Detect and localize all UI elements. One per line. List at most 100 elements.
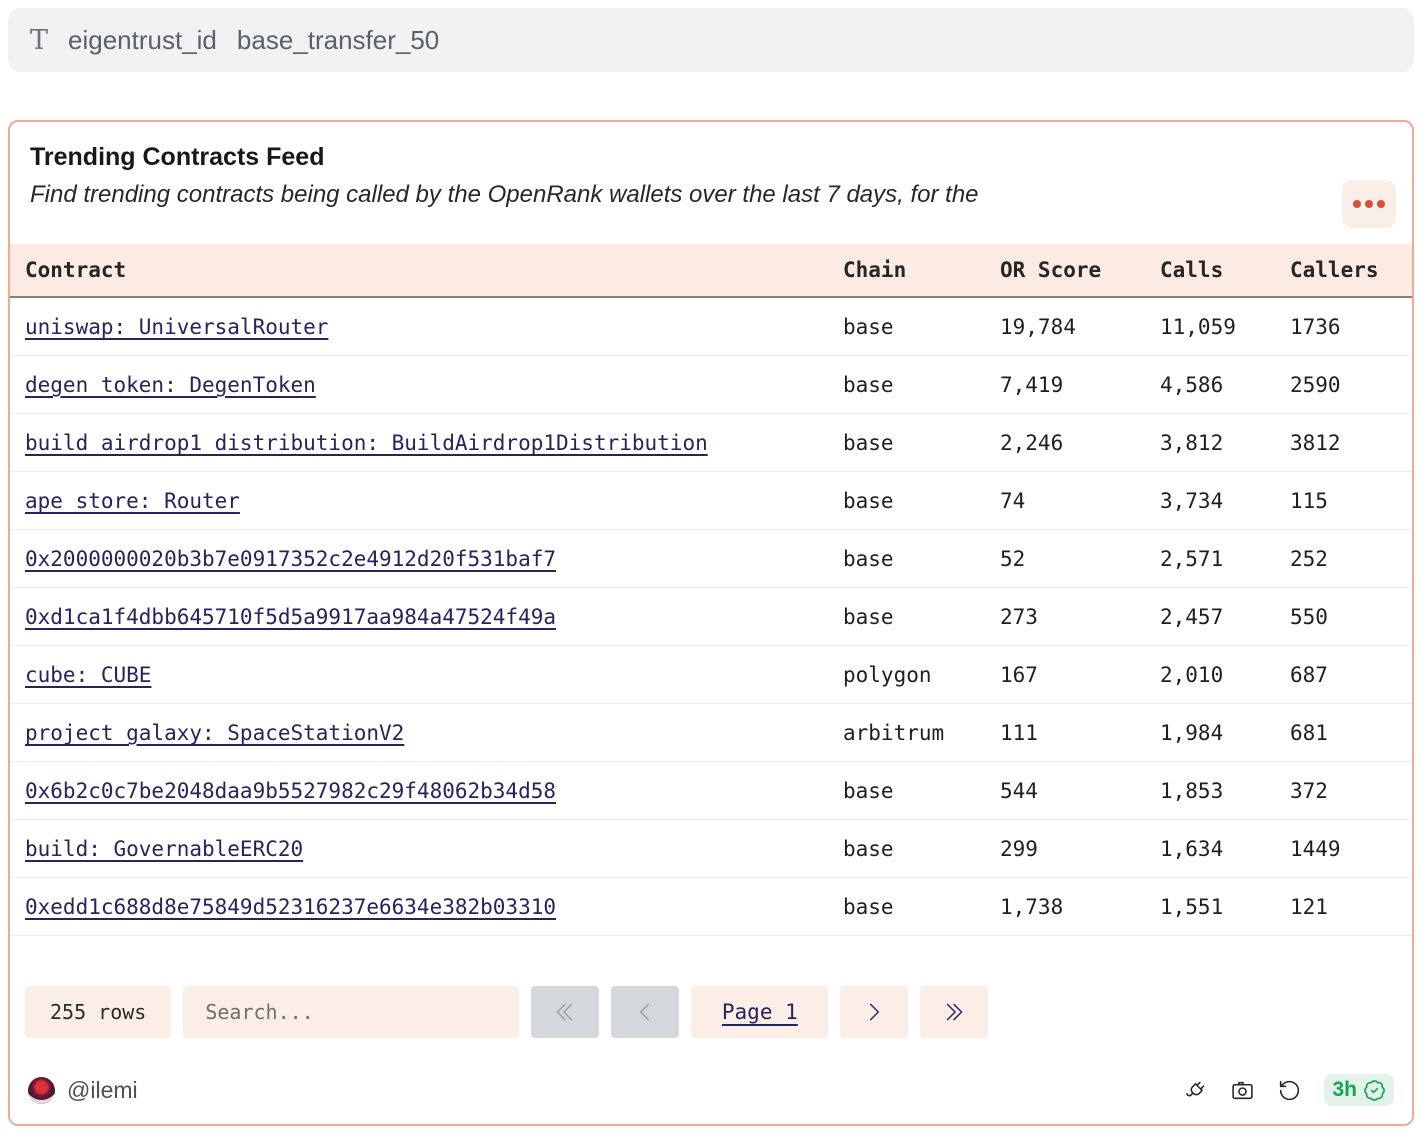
param-field-value: base_transfer_50 — [237, 25, 439, 56]
or-score-cell: 1,738 — [1000, 895, 1160, 919]
callers-cell: 1736 — [1290, 315, 1412, 339]
or-score-cell: 74 — [1000, 489, 1160, 513]
or-score-cell: 19,784 — [1000, 315, 1160, 339]
calls-cell: 4,586 — [1160, 373, 1290, 397]
page-subtitle: Find trending contracts being called by … — [30, 179, 1340, 210]
chain-cell: arbitrum — [843, 721, 1000, 745]
contract-link[interactable]: 0x6b2c0c7be2048daa9b5527982c29f48062b34d… — [25, 779, 556, 803]
callers-cell: 687 — [1290, 663, 1412, 687]
callers-cell: 3812 — [1290, 431, 1412, 455]
calls-cell: 11,059 — [1160, 315, 1290, 339]
contract-link[interactable]: uniswap: UniversalRouter — [25, 315, 328, 339]
undo-icon — [1277, 1078, 1302, 1103]
table-row: build airdrop1 distribution: BuildAirdro… — [10, 414, 1412, 472]
table-header-row: Contract Chain OR Score Calls Callers — [10, 244, 1412, 298]
callers-cell: 121 — [1290, 895, 1412, 919]
card-header: Trending Contracts Feed Find trending co… — [10, 122, 1412, 210]
avatar[interactable] — [28, 1077, 55, 1104]
query-params-bar[interactable]: T eigentrust_id base_transfer_50 — [8, 8, 1414, 72]
contract-link[interactable]: build: GovernableERC20 — [25, 837, 303, 861]
chain-cell: base — [843, 837, 1000, 861]
calls-cell: 3,812 — [1160, 431, 1290, 455]
meta-actions: 3h — [1183, 1074, 1394, 1106]
more-options-button[interactable] — [1342, 180, 1396, 228]
chain-cell: base — [843, 431, 1000, 455]
plug-icon — [1183, 1078, 1208, 1103]
contract-link[interactable]: build airdrop1 distribution: BuildAirdro… — [25, 431, 708, 455]
text-type-icon: T — [30, 27, 48, 54]
chain-cell: base — [843, 895, 1000, 919]
or-score-cell: 111 — [1000, 721, 1160, 745]
camera-icon — [1230, 1078, 1255, 1103]
chain-cell: base — [843, 547, 1000, 571]
table-row: project galaxy: SpaceStationV2 arbitrum … — [10, 704, 1412, 762]
callers-cell: 115 — [1290, 489, 1412, 513]
contract-link[interactable]: 0x2000000020b3b7e0917352c2e4912d20f531ba… — [25, 547, 556, 571]
chain-cell: base — [843, 373, 1000, 397]
chevrons-right-icon — [941, 999, 967, 1025]
or-score-cell: 2,246 — [1000, 431, 1160, 455]
table-row: 0xedd1c688d8e75849d52316237e6634e382b033… — [10, 878, 1412, 936]
calls-cell: 1,984 — [1160, 721, 1290, 745]
callers-cell: 2590 — [1290, 373, 1412, 397]
contract-link[interactable]: project galaxy: SpaceStationV2 — [25, 721, 404, 745]
or-score-cell: 273 — [1000, 605, 1160, 629]
chain-cell: base — [843, 779, 1000, 803]
column-header-chain: Chain — [843, 258, 1000, 282]
chain-cell: base — [843, 315, 1000, 339]
plug-button[interactable] — [1183, 1078, 1208, 1103]
author-username: @ilemi — [67, 1077, 138, 1104]
callers-cell: 550 — [1290, 605, 1412, 629]
meta-bar: @ilemi — [10, 1068, 1412, 1112]
chevron-left-icon — [632, 999, 658, 1025]
screenshot-button[interactable] — [1230, 1078, 1255, 1103]
contract-link[interactable]: ape store: Router — [25, 489, 240, 513]
callers-cell: 681 — [1290, 721, 1412, 745]
table-row: 0xd1ca1f4dbb645710f5d5a9917aa984a47524f4… — [10, 588, 1412, 646]
column-header-callers: Callers — [1290, 258, 1412, 282]
chevrons-left-icon — [552, 999, 578, 1025]
table-row: cube: CUBE polygon 167 2,010 687 — [10, 646, 1412, 704]
table-row: degen token: DegenToken base 7,419 4,586… — [10, 356, 1412, 414]
search-input[interactable] — [183, 986, 519, 1038]
current-page-button[interactable]: Page 1 — [691, 986, 828, 1038]
page-title: Trending Contracts Feed — [30, 142, 1392, 173]
chain-cell: base — [843, 489, 1000, 513]
ellipsis-menu-icon — [1353, 200, 1361, 208]
first-page-button[interactable] — [531, 986, 599, 1038]
contract-link[interactable]: 0xd1ca1f4dbb645710f5d5a9917aa984a47524f4… — [25, 605, 556, 629]
calls-cell: 1,853 — [1160, 779, 1290, 803]
contract-link[interactable]: 0xedd1c688d8e75849d52316237e6634e382b033… — [25, 895, 556, 919]
table-body: uniswap: UniversalRouter base 19,784 11,… — [10, 298, 1412, 936]
column-header-calls: Calls — [1160, 258, 1290, 282]
refresh-button[interactable] — [1277, 1078, 1302, 1103]
row-count-badge: 255 rows — [25, 986, 171, 1038]
table-footer: 255 rows Page 1 — [25, 986, 1412, 1038]
previous-page-button[interactable] — [611, 986, 679, 1038]
or-score-cell: 52 — [1000, 547, 1160, 571]
table-row: 0x2000000020b3b7e0917352c2e4912d20f531ba… — [10, 530, 1412, 588]
callers-cell: 1449 — [1290, 837, 1412, 861]
trending-contracts-card: Trending Contracts Feed Find trending co… — [8, 120, 1414, 1126]
verified-check-icon — [1363, 1079, 1386, 1102]
column-header-or-score: OR Score — [1000, 258, 1160, 282]
calls-cell: 1,634 — [1160, 837, 1290, 861]
last-run-time: 3h — [1332, 1078, 1357, 1102]
table-row: ape store: Router base 74 3,734 115 — [10, 472, 1412, 530]
callers-cell: 252 — [1290, 547, 1412, 571]
column-header-contract: Contract — [25, 258, 843, 282]
last-run-badge[interactable]: 3h — [1324, 1074, 1394, 1106]
last-page-button[interactable] — [920, 986, 988, 1038]
param-field-name: eigentrust_id — [68, 25, 217, 56]
calls-cell: 3,734 — [1160, 489, 1290, 513]
chevron-right-icon — [861, 999, 887, 1025]
calls-cell: 1,551 — [1160, 895, 1290, 919]
or-score-cell: 299 — [1000, 837, 1160, 861]
table-row: build: GovernableERC20 base 299 1,634 14… — [10, 820, 1412, 878]
table-row: uniswap: UniversalRouter base 19,784 11,… — [10, 298, 1412, 356]
contract-link[interactable]: degen token: DegenToken — [25, 373, 316, 397]
or-score-cell: 544 — [1000, 779, 1160, 803]
next-page-button[interactable] — [840, 986, 908, 1038]
or-score-cell: 7,419 — [1000, 373, 1160, 397]
contract-link[interactable]: cube: CUBE — [25, 663, 151, 687]
